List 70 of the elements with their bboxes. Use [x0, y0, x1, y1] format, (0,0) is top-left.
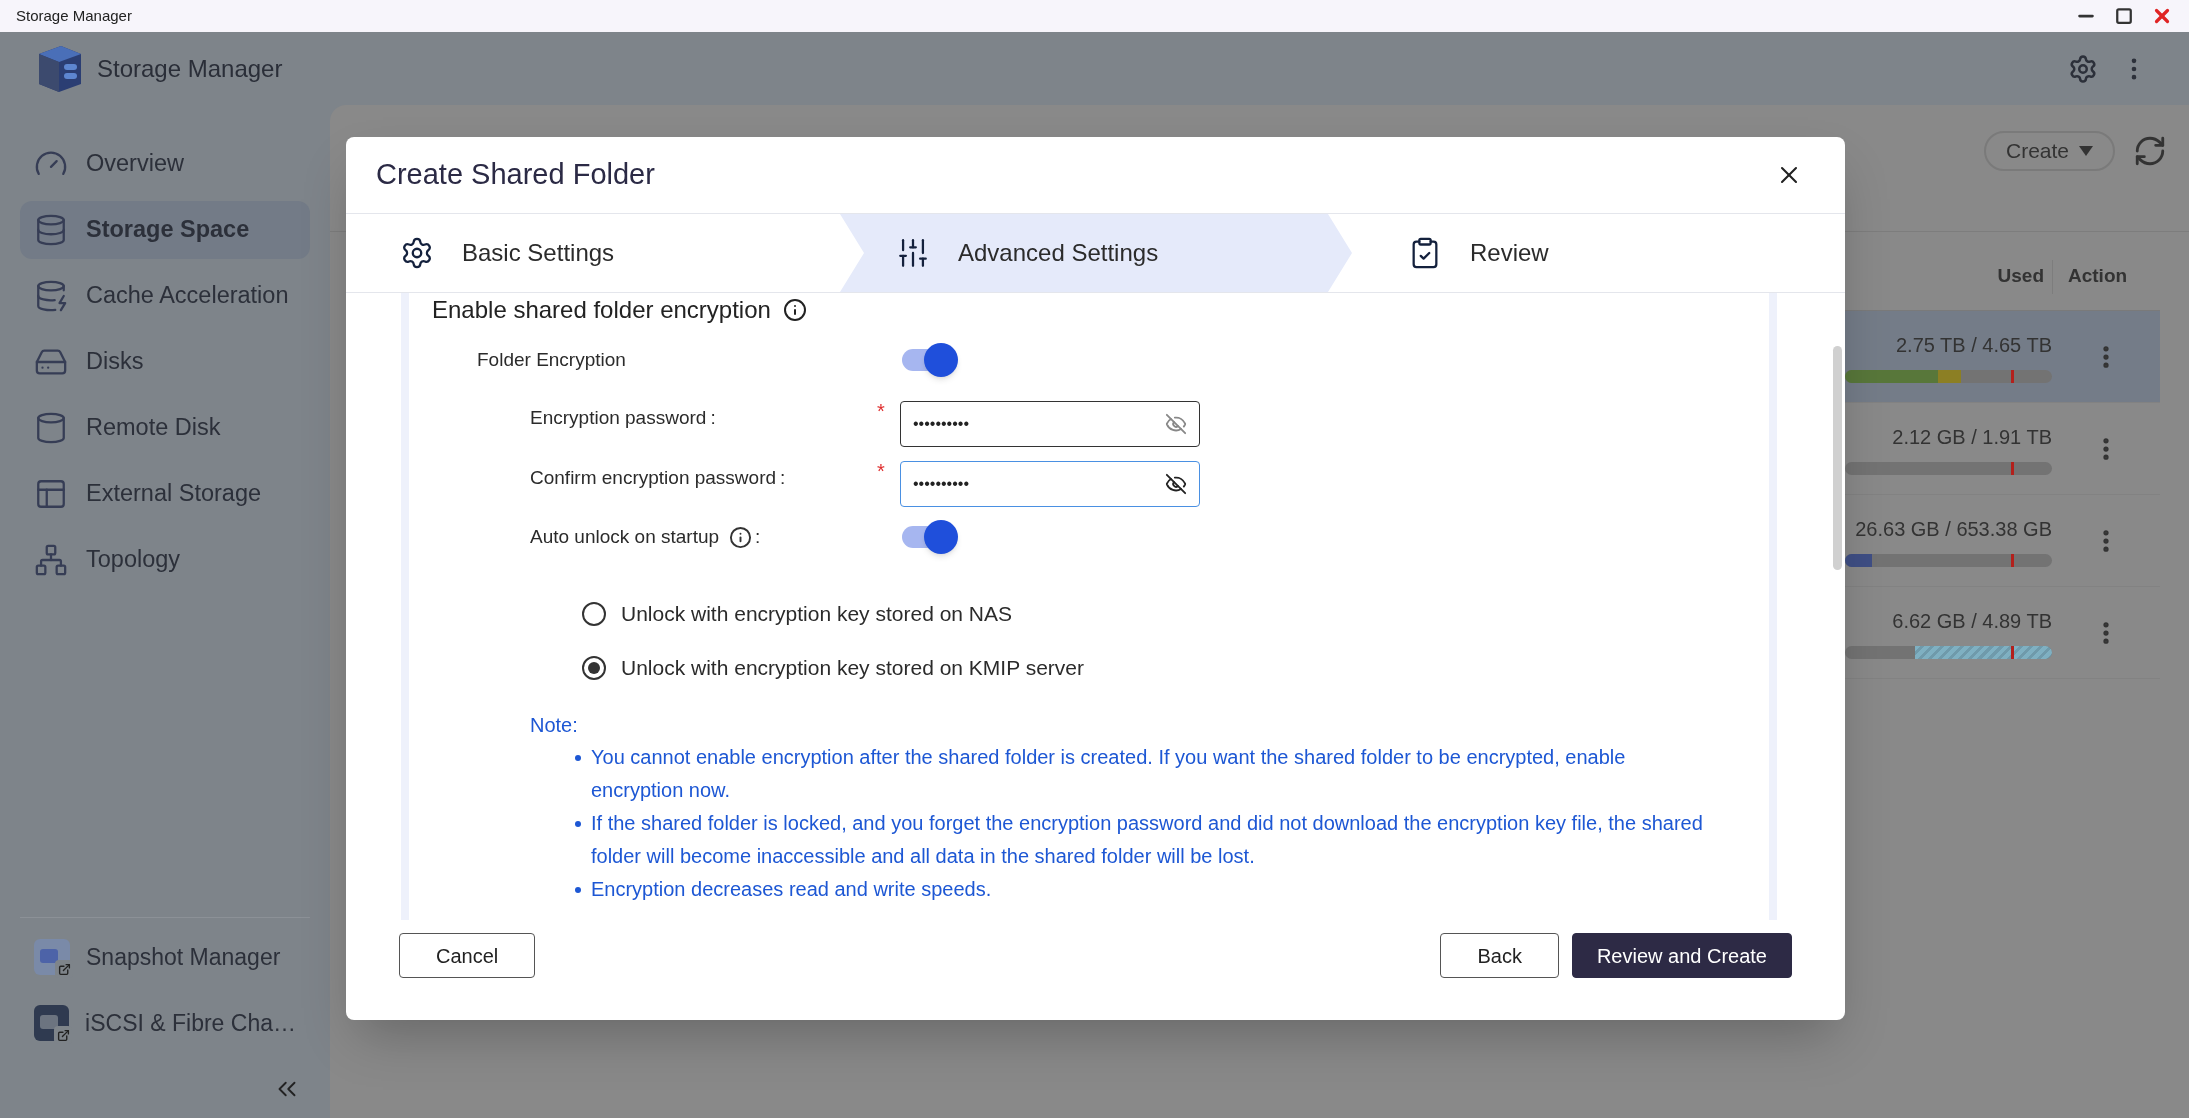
field-label: Auto unlock on startup	[530, 524, 720, 549]
snapshot-app-icon	[34, 939, 70, 975]
sidebar-item[interactable]: Storage Space	[20, 201, 310, 259]
network-icon	[34, 543, 68, 577]
wizard-step[interactable]: Basic Settings	[346, 214, 840, 292]
note-text: Encryption decreases read and write speeds.	[591, 877, 992, 902]
password-field[interactable]: ••••••••••	[900, 401, 1200, 447]
used-value: 2.75 TB / 4.65 TB	[1895, 333, 2052, 358]
panel-icon	[34, 477, 68, 511]
required-mark: *	[877, 461, 885, 481]
wizard-step[interactable]: Advanced Settings	[840, 214, 1352, 292]
gear-icon	[400, 236, 434, 270]
threshold-mark	[2010, 370, 2014, 383]
create-button[interactable]: Create	[1983, 131, 2115, 171]
threshold-mark	[2010, 554, 2014, 567]
radio-button[interactable]	[582, 656, 606, 680]
primary-button[interactable]: Review and Create	[1571, 933, 1792, 978]
sidebar-app-link[interactable]: iSCSI & Fibre Cha…	[20, 994, 310, 1052]
note-title: Note:	[530, 713, 579, 737]
server-app-icon	[34, 1005, 70, 1041]
eye-off-icon[interactable]	[1165, 473, 1187, 495]
database-bolt-icon	[34, 279, 68, 313]
sidebar-app-link[interactable]: Snapshot Manager	[20, 928, 310, 986]
column-header: Action	[2067, 264, 2128, 289]
refresh-icon[interactable]	[2133, 134, 2167, 168]
app-title: Storage Manager	[97, 53, 283, 84]
note-text: If the shared folder is locked, and you forget the encryption password and did not download the encryption key file, the shared folder will become inaccessible and all data in the shared folder will be lost.	[591, 811, 1704, 869]
maximize-icon[interactable]	[2115, 7, 2133, 25]
password-dots: ••••••••••	[913, 474, 970, 494]
sidebar-item[interactable]: External Storage	[20, 465, 310, 523]
field-label: Encryption password	[530, 405, 707, 430]
database-icon	[34, 213, 68, 247]
caret-icon	[2079, 146, 2093, 156]
wizard-step[interactable]: Review	[1352, 214, 1845, 292]
secondary-button[interactable]: Cancel	[399, 933, 536, 978]
field-label: Confirm encryption password	[530, 465, 777, 490]
sidebar-item[interactable]: Remote Disk	[20, 399, 310, 457]
radio-button[interactable]	[582, 602, 606, 626]
sidebar-item[interactable]: Topology	[20, 531, 310, 589]
used-value: 2.12 GB / 1.91 TB	[1892, 425, 2052, 450]
sidebar-item[interactable]: Overview	[20, 135, 310, 193]
label-colon: :	[780, 465, 786, 490]
sliders-icon	[896, 236, 930, 270]
dialog-title: Create Shared Folder	[376, 157, 655, 193]
label-colon: :	[755, 524, 761, 549]
used-value: 6.62 GB / 4.89 TB	[1892, 609, 2052, 634]
label-colon: :	[710, 405, 716, 430]
password-field[interactable]: ••••••••••	[900, 461, 1200, 507]
toggle-switch[interactable]	[900, 519, 958, 555]
section-title: Enable shared folder encryption	[432, 295, 771, 325]
password-dots: ••••••••••	[913, 414, 970, 434]
window-title: Storage Manager	[16, 5, 132, 26]
column-header: Used	[1996, 264, 2045, 289]
scrollbar-thumb[interactable]	[1833, 346, 1842, 570]
threshold-mark	[2010, 646, 2014, 659]
radio-label: Unlock with encryption key stored on NAS	[621, 601, 1012, 628]
info-icon[interactable]	[729, 525, 753, 549]
sidebar-item[interactable]: Cache Acceleration	[20, 267, 310, 325]
threshold-mark	[2010, 462, 2014, 475]
info-icon[interactable]	[782, 298, 807, 322]
sidebar-item[interactable]: Disks	[20, 333, 310, 391]
radio-label: Unlock with encryption key stored on KMIP server	[621, 655, 1084, 682]
note-text: You cannot enable encryption after the shared folder is created. If you want the shared folder to be encrypted, enable encryption now.	[591, 745, 1627, 803]
settings-icon[interactable]	[2068, 53, 2098, 84]
required-mark: *	[877, 401, 885, 421]
cylinder-icon	[34, 411, 68, 445]
secondary-button[interactable]: Back	[1440, 933, 1559, 978]
used-value: 26.63 GB / 653.38 GB	[1855, 517, 2052, 542]
field-label: Folder Encryption	[477, 347, 626, 372]
toggle-switch[interactable]	[900, 342, 958, 378]
